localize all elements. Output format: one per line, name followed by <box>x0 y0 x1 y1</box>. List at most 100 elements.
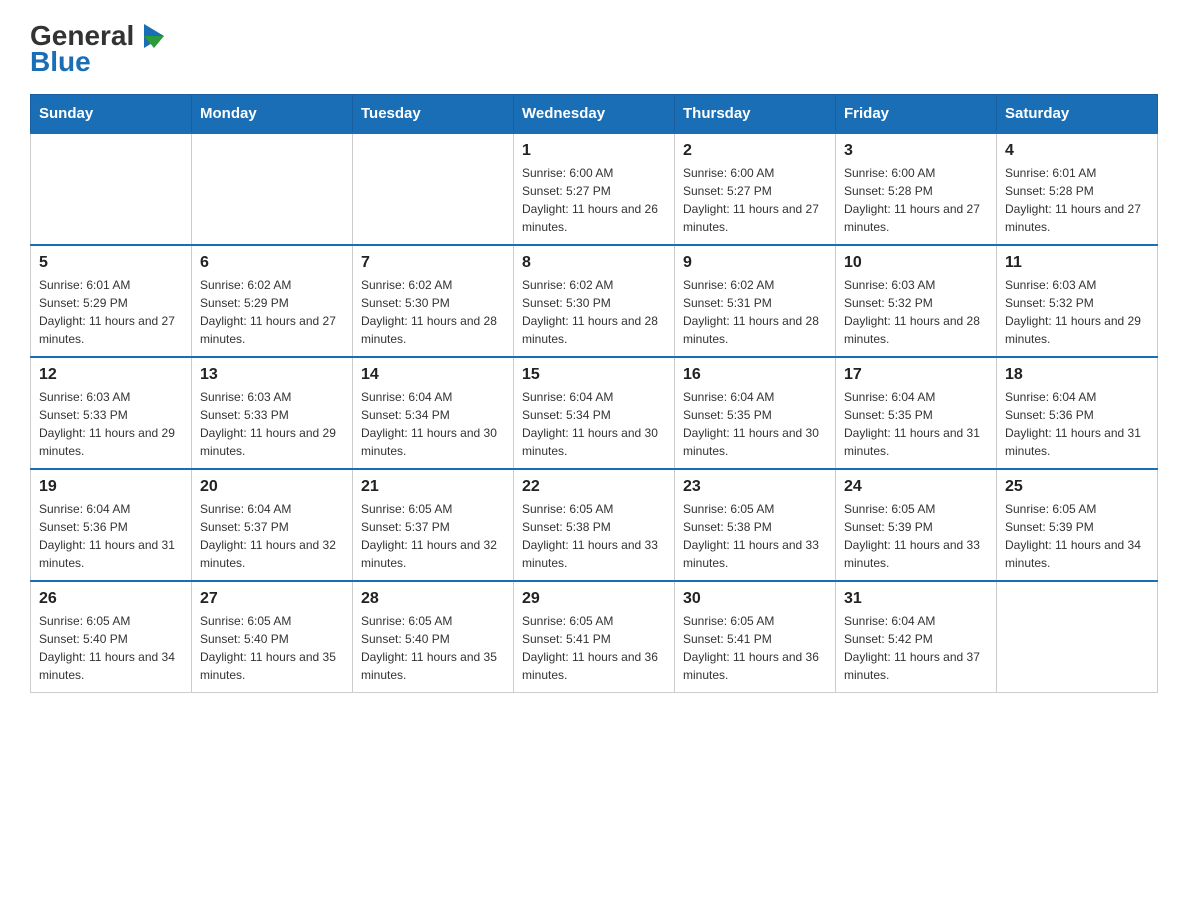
day-info: Sunrise: 6:05 AM Sunset: 5:38 PM Dayligh… <box>683 500 827 572</box>
calendar-cell: 25Sunrise: 6:05 AM Sunset: 5:39 PM Dayli… <box>997 469 1158 581</box>
day-number: 21 <box>361 478 505 496</box>
day-of-week-header: Saturday <box>997 95 1158 134</box>
calendar-cell: 4Sunrise: 6:01 AM Sunset: 5:28 PM Daylig… <box>997 133 1158 245</box>
day-number: 13 <box>200 366 344 384</box>
day-info: Sunrise: 6:02 AM Sunset: 5:30 PM Dayligh… <box>522 276 666 348</box>
day-number: 2 <box>683 142 827 160</box>
day-of-week-header: Monday <box>192 95 353 134</box>
calendar-cell: 28 Sunrise: 6:05 AM Sunset: 5:40 PM Dayli… <box>353 581 514 693</box>
day-info: Sunrise: 6:04 AM Sunset: 5:36 PM Dayligh… <box>1005 388 1149 460</box>
day-number: 22 <box>522 478 666 496</box>
calendar-cell: 15Sunrise: 6:04 AM Sunset: 5:34 PM Dayli… <box>514 357 675 469</box>
calendar-cell: 14 Sunrise: 6:04 AM Sunset: 5:34 PM Dayli… <box>353 357 514 469</box>
day-info: Sunrise: 6:04 AM Sunset: 5:34 PM Dayligh… <box>522 388 666 460</box>
calendar-cell: 26 Sunrise: 6:05 AM Sunset: 5:40 PM Dayli… <box>31 581 192 693</box>
calendar-cell: 10Sunrise: 6:03 AM Sunset: 5:32 PM Dayli… <box>836 245 997 357</box>
calendar-table: SundayMondayTuesdayWednesdayThursdayFrid… <box>30 94 1158 693</box>
calendar-cell: 7 Sunrise: 6:02 AM Sunset: 5:30 PM Daylig… <box>353 245 514 357</box>
calendar-week-row: 19Sunrise: 6:04 AM Sunset: 5:36 PM Dayli… <box>31 469 1158 581</box>
day-number: 30 <box>683 590 827 608</box>
day-info: Sunrise: 6:04 AM Sunset: 5:35 PM Dayligh… <box>683 388 827 460</box>
day-info: Sunrise: 6:01 AM Sunset: 5:29 PM Dayligh… <box>39 276 183 348</box>
calendar-cell: 30 Sunrise: 6:05 AM Sunset: 5:41 PM Dayli… <box>675 581 836 693</box>
calendar-cell: 5 Sunrise: 6:01 AM Sunset: 5:29 PM Daylig… <box>31 245 192 357</box>
day-of-week-header: Thursday <box>675 95 836 134</box>
logo-blue-text: Blue <box>30 46 91 78</box>
calendar-cell: 8 Sunrise: 6:02 AM Sunset: 5:30 PM Daylig… <box>514 245 675 357</box>
calendar-cell <box>353 133 514 245</box>
calendar-cell: 17 Sunrise: 6:04 AM Sunset: 5:35 PM Dayli… <box>836 357 997 469</box>
calendar-cell <box>997 581 1158 693</box>
day-number: 18 <box>1005 366 1149 384</box>
day-number: 27 <box>200 590 344 608</box>
calendar-cell: 29 Sunrise: 6:05 AM Sunset: 5:41 PM Dayli… <box>514 581 675 693</box>
day-info: Sunrise: 6:05 AM Sunset: 5:39 PM Dayligh… <box>844 500 988 572</box>
day-of-week-header: Tuesday <box>353 95 514 134</box>
calendar-cell: 11 Sunrise: 6:03 AM Sunset: 5:32 PM Dayli… <box>997 245 1158 357</box>
day-number: 6 <box>200 254 344 272</box>
day-info: Sunrise: 6:03 AM Sunset: 5:33 PM Dayligh… <box>39 388 183 460</box>
day-number: 5 <box>39 254 183 272</box>
day-number: 24 <box>844 478 988 496</box>
day-of-week-header: Friday <box>836 95 997 134</box>
calendar-cell: 24 Sunrise: 6:05 AM Sunset: 5:39 PM Dayli… <box>836 469 997 581</box>
calendar-cell: 27 Sunrise: 6:05 AM Sunset: 5:40 PM Dayli… <box>192 581 353 693</box>
calendar-cell: 31Sunrise: 6:04 AM Sunset: 5:42 PM Dayli… <box>836 581 997 693</box>
calendar-cell: 22 Sunrise: 6:05 AM Sunset: 5:38 PM Dayli… <box>514 469 675 581</box>
day-number: 20 <box>200 478 344 496</box>
calendar-cell <box>31 133 192 245</box>
calendar-cell: 12 Sunrise: 6:03 AM Sunset: 5:33 PM Dayli… <box>31 357 192 469</box>
day-number: 11 <box>1005 254 1149 272</box>
day-number: 29 <box>522 590 666 608</box>
day-info: Sunrise: 6:04 AM Sunset: 5:35 PM Dayligh… <box>844 388 988 460</box>
day-info: Sunrise: 6:04 AM Sunset: 5:34 PM Dayligh… <box>361 388 505 460</box>
calendar-cell: 2Sunrise: 6:00 AM Sunset: 5:27 PM Daylig… <box>675 133 836 245</box>
day-number: 12 <box>39 366 183 384</box>
day-number: 16 <box>683 366 827 384</box>
calendar-week-row: 26 Sunrise: 6:05 AM Sunset: 5:40 PM Dayli… <box>31 581 1158 693</box>
day-info: Sunrise: 6:03 AM Sunset: 5:33 PM Dayligh… <box>200 388 344 460</box>
day-number: 31 <box>844 590 988 608</box>
day-info: Sunrise: 6:05 AM Sunset: 5:38 PM Dayligh… <box>522 500 666 572</box>
day-of-week-header: Wednesday <box>514 95 675 134</box>
calendar-week-row: 5 Sunrise: 6:01 AM Sunset: 5:29 PM Daylig… <box>31 245 1158 357</box>
day-number: 7 <box>361 254 505 272</box>
calendar-cell: 1Sunrise: 6:00 AM Sunset: 5:27 PM Daylig… <box>514 133 675 245</box>
day-number: 26 <box>39 590 183 608</box>
day-info: Sunrise: 6:05 AM Sunset: 5:40 PM Dayligh… <box>39 612 183 684</box>
day-number: 14 <box>361 366 505 384</box>
day-number: 3 <box>844 142 988 160</box>
day-info: Sunrise: 6:00 AM Sunset: 5:28 PM Dayligh… <box>844 164 988 236</box>
calendar-cell: 6Sunrise: 6:02 AM Sunset: 5:29 PM Daylig… <box>192 245 353 357</box>
calendar-cell: 9 Sunrise: 6:02 AM Sunset: 5:31 PM Daylig… <box>675 245 836 357</box>
calendar-cell: 16 Sunrise: 6:04 AM Sunset: 5:35 PM Dayli… <box>675 357 836 469</box>
logo-icon <box>136 20 168 52</box>
day-info: Sunrise: 6:03 AM Sunset: 5:32 PM Dayligh… <box>1005 276 1149 348</box>
day-number: 28 <box>361 590 505 608</box>
day-of-week-header: Sunday <box>31 95 192 134</box>
day-number: 23 <box>683 478 827 496</box>
day-info: Sunrise: 6:05 AM Sunset: 5:39 PM Dayligh… <box>1005 500 1149 572</box>
calendar-cell <box>192 133 353 245</box>
calendar-header-row: SundayMondayTuesdayWednesdayThursdayFrid… <box>31 95 1158 134</box>
day-info: Sunrise: 6:04 AM Sunset: 5:37 PM Dayligh… <box>200 500 344 572</box>
calendar-cell: 3 Sunrise: 6:00 AM Sunset: 5:28 PM Daylig… <box>836 133 997 245</box>
day-number: 8 <box>522 254 666 272</box>
calendar-cell: 18 Sunrise: 6:04 AM Sunset: 5:36 PM Dayli… <box>997 357 1158 469</box>
day-info: Sunrise: 6:05 AM Sunset: 5:40 PM Dayligh… <box>200 612 344 684</box>
day-info: Sunrise: 6:05 AM Sunset: 5:37 PM Dayligh… <box>361 500 505 572</box>
calendar-cell: 23 Sunrise: 6:05 AM Sunset: 5:38 PM Dayli… <box>675 469 836 581</box>
day-number: 9 <box>683 254 827 272</box>
logo: General Blue <box>30 20 168 78</box>
day-number: 17 <box>844 366 988 384</box>
calendar-cell: 21 Sunrise: 6:05 AM Sunset: 5:37 PM Dayli… <box>353 469 514 581</box>
day-info: Sunrise: 6:05 AM Sunset: 5:41 PM Dayligh… <box>683 612 827 684</box>
day-info: Sunrise: 6:02 AM Sunset: 5:30 PM Dayligh… <box>361 276 505 348</box>
day-number: 19 <box>39 478 183 496</box>
day-info: Sunrise: 6:02 AM Sunset: 5:31 PM Dayligh… <box>683 276 827 348</box>
calendar-week-row: 1Sunrise: 6:00 AM Sunset: 5:27 PM Daylig… <box>31 133 1158 245</box>
day-number: 10 <box>844 254 988 272</box>
day-info: Sunrise: 6:05 AM Sunset: 5:41 PM Dayligh… <box>522 612 666 684</box>
calendar-cell: 13 Sunrise: 6:03 AM Sunset: 5:33 PM Dayli… <box>192 357 353 469</box>
day-info: Sunrise: 6:05 AM Sunset: 5:40 PM Dayligh… <box>361 612 505 684</box>
